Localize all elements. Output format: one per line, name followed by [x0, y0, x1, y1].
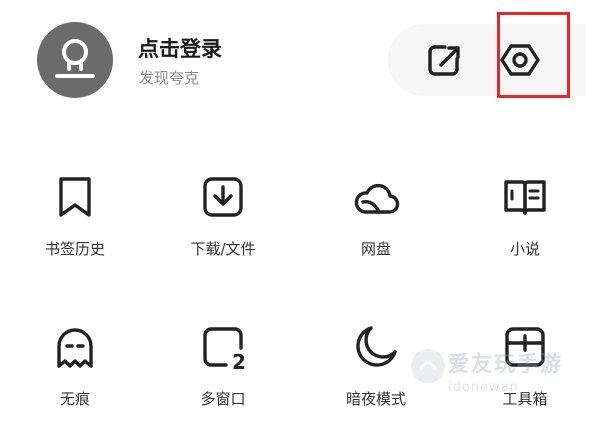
grid-item-label: 网盘 — [360, 240, 391, 258]
watermark-logo-icon — [408, 346, 448, 386]
grid-item-label: 下载/文件 — [190, 240, 256, 258]
bookmark-icon — [50, 172, 100, 222]
grid-item-novels[interactable]: 小说 — [460, 162, 590, 272]
share-button[interactable] — [421, 37, 467, 83]
ghost-icon — [50, 322, 100, 372]
grid-item-bookmarks-history[interactable]: 书签历史 — [10, 162, 140, 272]
login-link[interactable]: 点击登录 — [138, 33, 222, 63]
grid-item-label: 无痕 — [59, 390, 90, 408]
watermark-url: idonewan — [448, 380, 519, 395]
login-subtitle: 发现夸克 — [139, 69, 200, 87]
multi-window-icon: 2 — [198, 322, 248, 372]
download-icon — [198, 172, 248, 222]
avatar[interactable] — [37, 22, 113, 98]
grid-item-incognito[interactable]: 无痕 — [10, 312, 140, 422]
grid-item-cloud-drive[interactable]: 网盘 — [311, 162, 441, 272]
window-count-badge: 2 — [232, 350, 246, 372]
grid-item-multi-window[interactable]: 2 多窗口 — [158, 312, 288, 422]
account-header: 点击登录 发现夸克 — [0, 0, 600, 130]
grid-item-downloads[interactable]: 下载/文件 — [158, 162, 288, 272]
grid-item-label: 小说 — [509, 240, 540, 258]
grid-item-label: 多窗口 — [200, 390, 246, 408]
share-arrow-icon — [428, 45, 460, 76]
book-icon — [500, 172, 550, 222]
user-avatar-icon — [55, 39, 95, 78]
moon-icon — [351, 322, 401, 372]
cloud-icon — [351, 172, 401, 222]
watermark: 爱友玩手游 idonewan — [408, 340, 598, 410]
watermark-title: 爱友玩手游 — [448, 352, 563, 376]
settings-highlight-box — [497, 12, 570, 98]
grid-item-label: 书签历史 — [44, 240, 105, 258]
